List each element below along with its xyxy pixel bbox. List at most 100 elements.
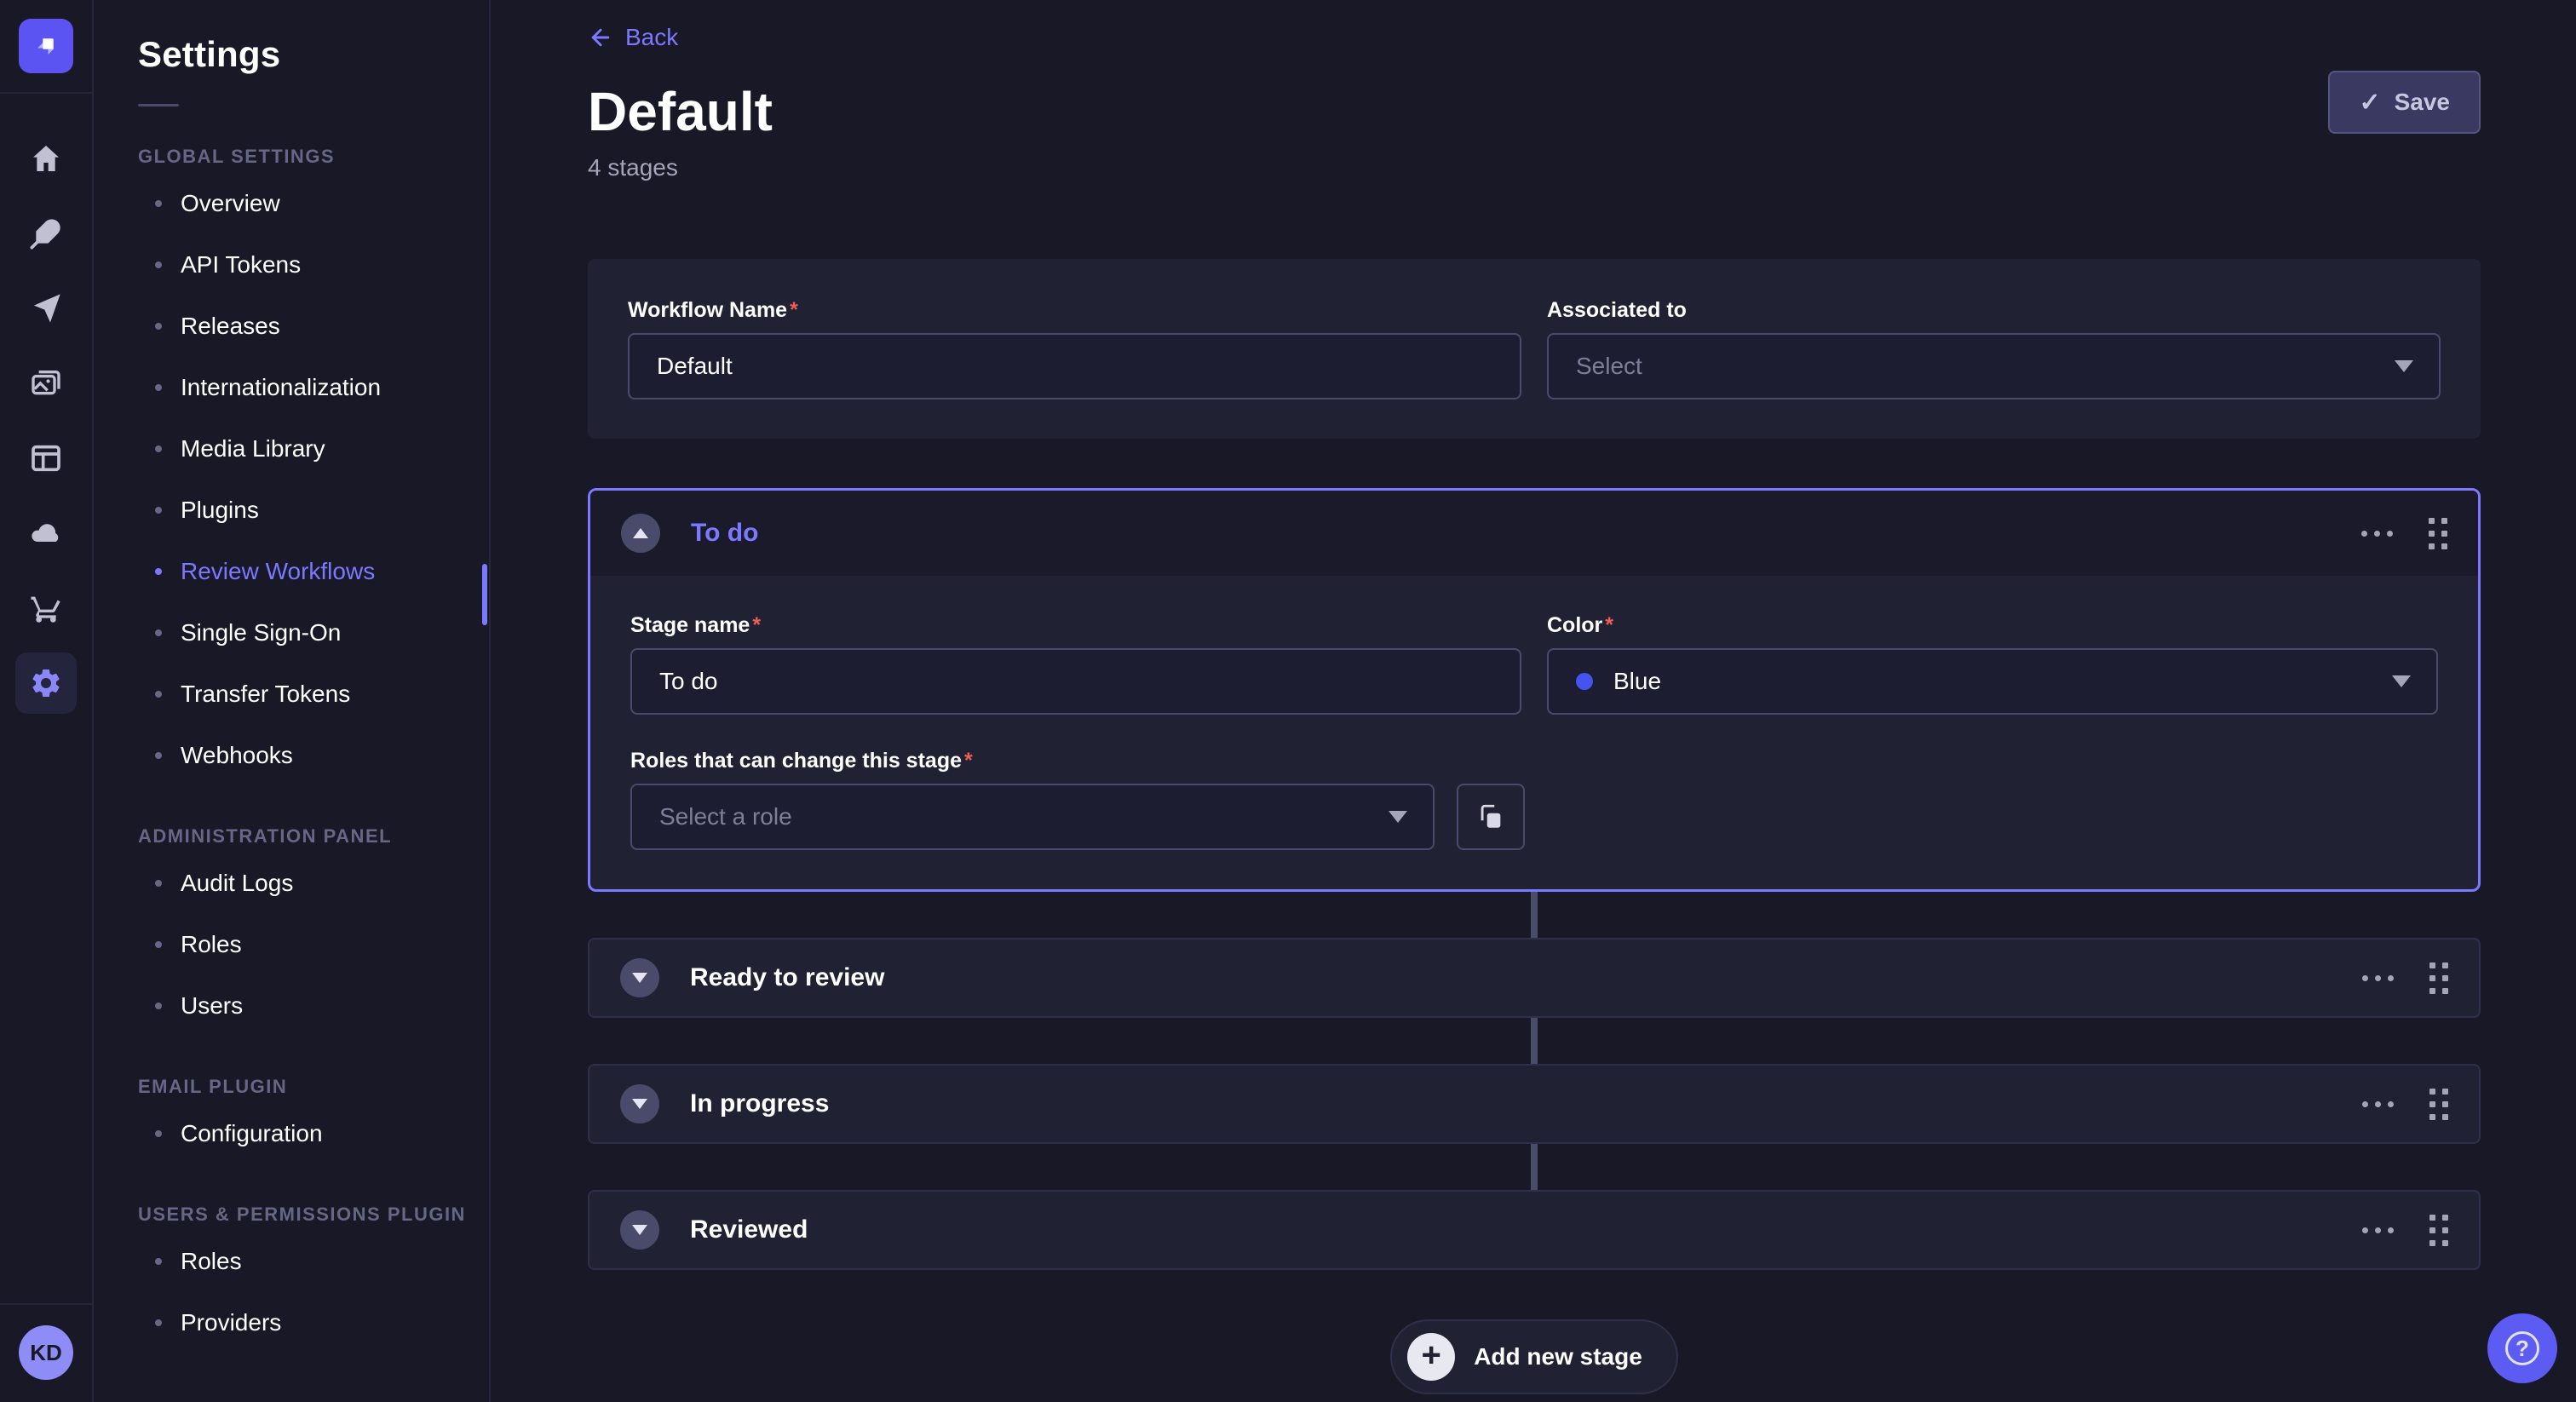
send-icon[interactable] (15, 278, 77, 339)
stage-row-in-progress[interactable]: In progress (588, 1064, 2481, 1144)
bullet-icon (155, 691, 162, 698)
sidebar-item-webhooks[interactable]: Webhooks (138, 725, 489, 786)
back-link[interactable]: Back (588, 24, 678, 51)
color-dot-icon (1576, 673, 1593, 690)
bullet-icon (155, 261, 162, 268)
chevron-down-icon (632, 973, 647, 983)
stage-color-value: Blue (1613, 668, 1661, 695)
stage-header-to-do[interactable]: To do (590, 491, 2478, 576)
stage-title: Reviewed (690, 1215, 808, 1244)
sidebar-item-audit-logs[interactable]: Audit Logs (138, 853, 489, 914)
section-heading-global-settings: GLOBAL SETTINGS (138, 146, 489, 168)
collapse-toggle-button[interactable] (621, 514, 660, 553)
stage-card-to-do: To do Stage name* Color* (588, 488, 2481, 892)
user-avatar[interactable]: KD (19, 1325, 73, 1380)
sidebar-item-email-configuration[interactable]: Configuration (138, 1103, 489, 1164)
sidebar-item-review-workflows[interactable]: Review Workflows (138, 541, 489, 602)
stage-color-label: Color* (1547, 613, 2438, 638)
sidebar-item-single-sign-on[interactable]: Single Sign-On (138, 602, 489, 664)
chevron-down-icon (2392, 675, 2411, 687)
stage-title: Ready to review (690, 963, 884, 992)
subnav-scrollbar-thumb[interactable] (482, 564, 487, 625)
stage-roles-label: Roles that can change this stage* (630, 749, 2438, 773)
sidebar-item-releases[interactable]: Releases (138, 296, 489, 357)
associated-to-select[interactable]: Select (1547, 333, 2441, 399)
chevron-down-icon (1389, 811, 1407, 823)
stage-options-menu-icon[interactable] (2361, 531, 2393, 537)
page-title: Default (588, 80, 2481, 143)
associated-to-field: Associated to Select (1547, 298, 2441, 399)
section-heading-administration-panel: ADMINISTRATION PANEL (138, 825, 489, 848)
sidebar-item-up-roles[interactable]: Roles (138, 1231, 489, 1292)
bullet-icon (155, 507, 162, 514)
plus-icon: + (1407, 1333, 1455, 1381)
drag-handle-icon[interactable] (2429, 1215, 2448, 1246)
drag-handle-icon[interactable] (2429, 1089, 2448, 1120)
stage-name-label: Stage name* (630, 613, 1521, 638)
copy-icon (1476, 802, 1505, 831)
stage-roles-select[interactable]: Select a role (630, 784, 1435, 850)
main-nav-rail: KD (0, 0, 94, 1402)
main-content: Back Default 4 stages ✓ Save Workflow Na… (491, 0, 2576, 1402)
home-icon[interactable] (15, 128, 77, 189)
drag-handle-icon[interactable] (2429, 518, 2447, 549)
expand-toggle-button[interactable] (620, 1084, 659, 1123)
sidebar-item-up-providers[interactable]: Providers (138, 1292, 489, 1353)
strapi-logo-box[interactable] (19, 0, 73, 92)
settings-gear-icon[interactable] (15, 652, 77, 714)
stage-color-select[interactable]: Blue (1547, 648, 2438, 715)
bullet-icon (155, 1258, 162, 1265)
bullet-icon (155, 941, 162, 948)
expand-toggle-button[interactable] (620, 1210, 659, 1250)
sidebar-item-internationalization[interactable]: Internationalization (138, 357, 489, 418)
stage-body-to-do: Stage name* Color* Blue (590, 576, 2478, 889)
page-subtitle: 4 stages (588, 153, 2481, 182)
bullet-icon (155, 1130, 162, 1137)
sidebar-item-api-tokens[interactable]: API Tokens (138, 234, 489, 296)
marketplace-cart-icon[interactable] (15, 577, 77, 639)
cloud-icon[interactable] (15, 503, 77, 564)
save-button[interactable]: ✓ Save (2328, 71, 2481, 134)
required-mark: * (790, 298, 798, 322)
stage-row-ready-to-review[interactable]: Ready to review (588, 938, 2481, 1018)
chevron-down-icon (632, 1225, 647, 1235)
stage-roles-field: Roles that can change this stage* Select… (630, 749, 2438, 850)
stage-row-reviewed[interactable]: Reviewed (588, 1190, 2481, 1270)
stage-roles-placeholder: Select a role (659, 803, 792, 830)
associated-to-placeholder: Select (1576, 353, 1642, 380)
layout-icon[interactable] (15, 428, 77, 489)
content-icon[interactable] (15, 203, 77, 264)
stages-list: To do Stage name* Color* (588, 488, 2481, 1270)
bullet-icon (155, 629, 162, 636)
drag-handle-icon[interactable] (2429, 962, 2448, 994)
stage-options-menu-icon[interactable] (2362, 1101, 2394, 1107)
help-button[interactable]: ? (2487, 1313, 2557, 1383)
arrow-left-icon (588, 25, 613, 50)
stage-options-menu-icon[interactable] (2362, 1227, 2394, 1233)
workflow-name-field: Workflow Name* (628, 298, 1521, 399)
rail-divider-bottom (0, 1303, 93, 1305)
add-new-stage-button[interactable]: + Add new stage (1390, 1319, 1678, 1394)
stage-options-menu-icon[interactable] (2362, 975, 2394, 981)
stage-color-field: Color* Blue (1547, 613, 2438, 715)
workflow-form-card: Workflow Name* Associated to Select (588, 259, 2481, 439)
duplicate-roles-button[interactable] (1457, 784, 1525, 850)
stage-name-input[interactable] (630, 648, 1521, 715)
sidebar-item-plugins[interactable]: Plugins (138, 480, 489, 541)
required-mark: * (964, 749, 973, 773)
sidebar-item-admin-roles[interactable]: Roles (138, 914, 489, 975)
sidebar-item-transfer-tokens[interactable]: Transfer Tokens (138, 664, 489, 725)
workflow-name-label: Workflow Name* (628, 298, 1521, 323)
sidebar-item-overview[interactable]: Overview (138, 173, 489, 234)
sidebar-item-media-library[interactable]: Media Library (138, 418, 489, 480)
back-label: Back (625, 24, 678, 51)
chevron-down-icon (2395, 360, 2413, 372)
stage-name-field: Stage name* (630, 613, 1521, 715)
add-new-stage-label: Add new stage (1474, 1343, 1642, 1370)
sidebar-item-admin-users[interactable]: Users (138, 975, 489, 1037)
media-library-icon[interactable] (15, 353, 77, 414)
expand-toggle-button[interactable] (620, 958, 659, 997)
save-label: Save (2395, 89, 2450, 116)
workflow-name-input[interactable] (628, 333, 1521, 399)
section-heading-email-plugin: EMAIL PLUGIN (138, 1076, 489, 1098)
